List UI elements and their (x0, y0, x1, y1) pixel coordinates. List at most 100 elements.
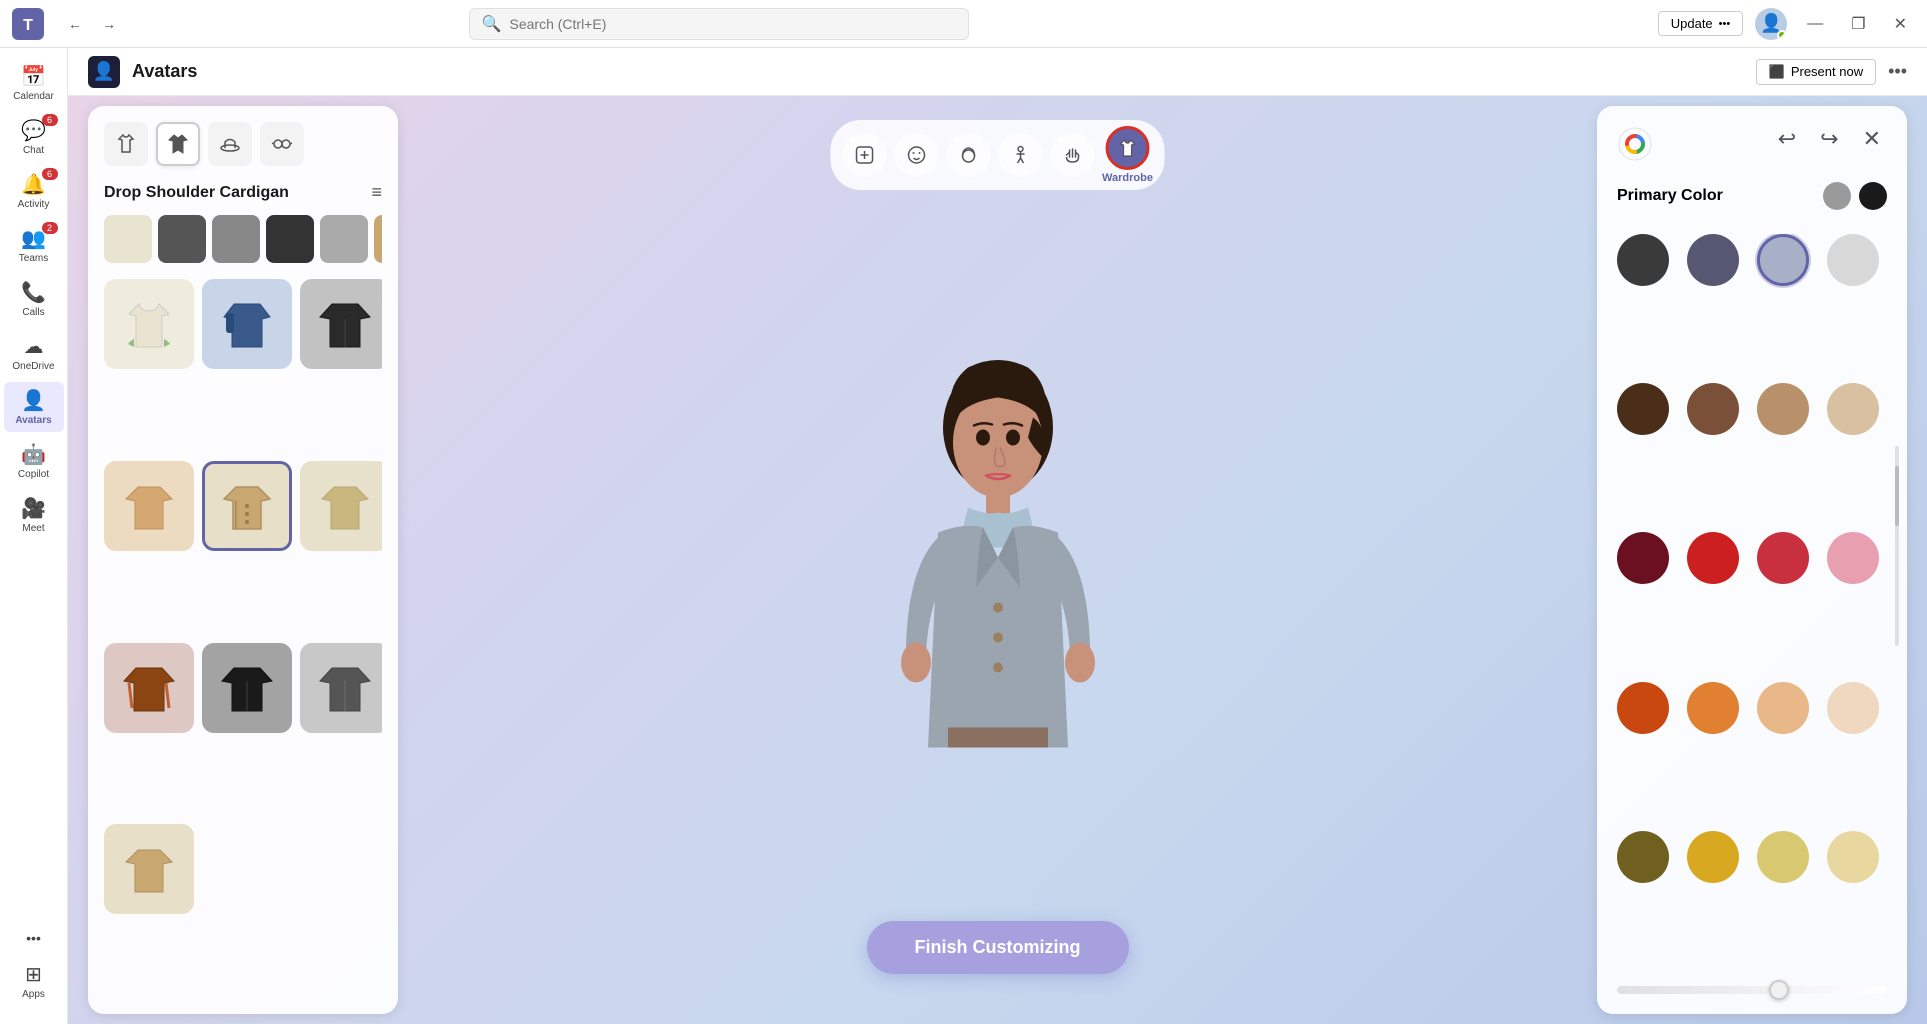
sidebar-item-apps[interactable]: ⊞ Apps (4, 956, 64, 1006)
color-dot-dark-brown[interactable] (1617, 383, 1669, 435)
clothes-item-4[interactable] (104, 461, 194, 551)
preview-thumb-3[interactable] (212, 215, 260, 263)
editor-toolbar: Wardrobe (830, 120, 1165, 190)
clothes-item-3[interactable] (300, 279, 382, 369)
wardrobe-tab-glasses[interactable] (260, 122, 304, 166)
preview-scroll (104, 215, 382, 267)
sidebar-item-calls[interactable]: 📞 Calls (4, 274, 64, 324)
user-avatar[interactable]: 👤 (1755, 8, 1787, 40)
color-dot-light-tan[interactable] (1827, 383, 1879, 435)
minimize-button[interactable]: — (1799, 11, 1831, 37)
back-button[interactable]: ← (60, 10, 90, 38)
preview-thumb-6[interactable] (374, 215, 382, 263)
editor-controls-right: ↩ ↪ ✕ (1772, 120, 1887, 158)
body-button[interactable] (998, 133, 1042, 177)
preview-thumb-1[interactable] (104, 215, 152, 263)
toolbar-face[interactable] (894, 133, 938, 177)
color-dot-olive[interactable] (1617, 831, 1669, 883)
color-scrollbar[interactable] (1895, 446, 1899, 646)
close-button[interactable]: ✕ (1886, 10, 1915, 38)
color-dot-dark-gray[interactable] (1617, 234, 1669, 286)
preview-thumb-2[interactable] (158, 215, 206, 263)
sidebar-item-onedrive[interactable]: ☁ OneDrive (4, 328, 64, 378)
clothes-item-2[interactable] (202, 279, 292, 369)
sidebar-item-more[interactable]: ••• (4, 924, 64, 952)
color-dot-red[interactable] (1687, 532, 1739, 584)
toolbar-body[interactable] (998, 133, 1042, 177)
titlebar: T ← → 🔍 Update ••• 👤 — ❐ ✕ (0, 0, 1927, 48)
face-button[interactable] (894, 133, 938, 177)
sidebar-item-meet[interactable]: 🎥 Meet (4, 490, 64, 540)
color-swatch-gray[interactable] (1823, 182, 1851, 210)
search-input[interactable] (510, 16, 956, 32)
clothes-item-7[interactable] (104, 643, 194, 733)
clothes-item-10[interactable] (104, 824, 194, 914)
wardrobe-tab-hat[interactable] (208, 122, 252, 166)
filter-button[interactable]: ≡ (371, 182, 382, 203)
reactions-button[interactable] (842, 133, 886, 177)
present-now-button[interactable]: ⬛ Present now (1756, 59, 1876, 85)
sidebar-item-calendar[interactable]: 📅 Calendar (4, 58, 64, 108)
hair-button[interactable] (946, 133, 990, 177)
color-panel-title: Primary Color (1617, 187, 1723, 205)
sidebar-item-teams[interactable]: 👥 2 Teams (4, 220, 64, 270)
toolbar-wardrobe[interactable]: Wardrobe (1102, 126, 1153, 184)
preview-thumb-4[interactable] (266, 215, 314, 263)
color-dot-orange[interactable] (1617, 682, 1669, 734)
color-slider-thumb[interactable] (1769, 980, 1789, 1000)
sidebar-item-copilot[interactable]: 🤖 Copilot (4, 436, 64, 486)
wardrobe-tab-shirt[interactable] (104, 122, 148, 166)
color-dot-tan[interactable] (1757, 383, 1809, 435)
color-scrollbar-thumb[interactable] (1895, 466, 1899, 526)
color-grid (1617, 234, 1887, 970)
color-dot-light-yellow[interactable] (1757, 831, 1809, 883)
color-title-row: Primary Color (1617, 182, 1887, 210)
toolbar-gesture[interactable] (1050, 133, 1094, 177)
update-button[interactable]: Update ••• (1658, 11, 1743, 36)
editor-close-button[interactable]: ✕ (1857, 120, 1887, 158)
copilot-icon: 🤖 (21, 442, 46, 467)
undo-button[interactable]: ↩ (1772, 120, 1802, 158)
clothes-item-5[interactable] (202, 461, 292, 551)
teams-logo: T (12, 8, 44, 40)
color-dot-light-orange[interactable] (1757, 682, 1809, 734)
activity-badge: 6 (42, 168, 58, 180)
more-options-button[interactable]: ••• (1888, 61, 1907, 82)
clothes-item-9[interactable] (300, 643, 382, 733)
color-dot-medium-brown[interactable] (1687, 383, 1739, 435)
sidebar-item-chat[interactable]: 💬 6 Chat (4, 112, 64, 162)
preview-thumb-5[interactable] (320, 215, 368, 263)
color-dot-yellow[interactable] (1687, 831, 1739, 883)
onedrive-icon: ☁ (24, 334, 44, 359)
maximize-button[interactable]: ❐ (1843, 10, 1873, 38)
redo-button[interactable]: ↪ (1814, 120, 1844, 158)
gesture-button[interactable] (1050, 133, 1094, 177)
clothes-grid (104, 279, 382, 998)
color-dot-light-blue-gray[interactable] (1757, 234, 1809, 286)
color-swatch-black[interactable] (1859, 182, 1887, 210)
sidebar-item-avatars[interactable]: 👤 Avatars (4, 382, 64, 432)
color-dot-medium-orange[interactable] (1687, 682, 1739, 734)
forward-button[interactable]: → (94, 10, 124, 38)
avatar-figure (848, 308, 1148, 808)
wardrobe-button[interactable] (1106, 126, 1150, 170)
google-icon (1617, 126, 1653, 162)
clothes-item-1[interactable] (104, 279, 194, 369)
clothes-item-8[interactable] (202, 643, 292, 733)
sidebar-item-activity[interactable]: 🔔 6 Activity (4, 166, 64, 216)
toolbar-reactions[interactable] (842, 133, 886, 177)
color-dot-medium-gray[interactable] (1687, 234, 1739, 286)
finish-customizing-button[interactable]: Finish Customizing (867, 921, 1129, 974)
color-dot-dark-red[interactable] (1617, 532, 1669, 584)
color-dot-peach[interactable] (1827, 682, 1879, 734)
color-brightness-slider[interactable] (1617, 986, 1887, 994)
toolbar-hair[interactable] (946, 133, 990, 177)
clothes-item-6[interactable] (300, 461, 382, 551)
color-dot-cream[interactable] (1827, 831, 1879, 883)
color-top-swatches (1823, 182, 1887, 210)
wardrobe-tab-jacket[interactable] (156, 122, 200, 166)
color-dot-medium-red[interactable] (1757, 532, 1809, 584)
chat-badge: 6 (42, 114, 58, 126)
color-dot-white-gray[interactable] (1827, 234, 1879, 286)
color-dot-pink[interactable] (1827, 532, 1879, 584)
